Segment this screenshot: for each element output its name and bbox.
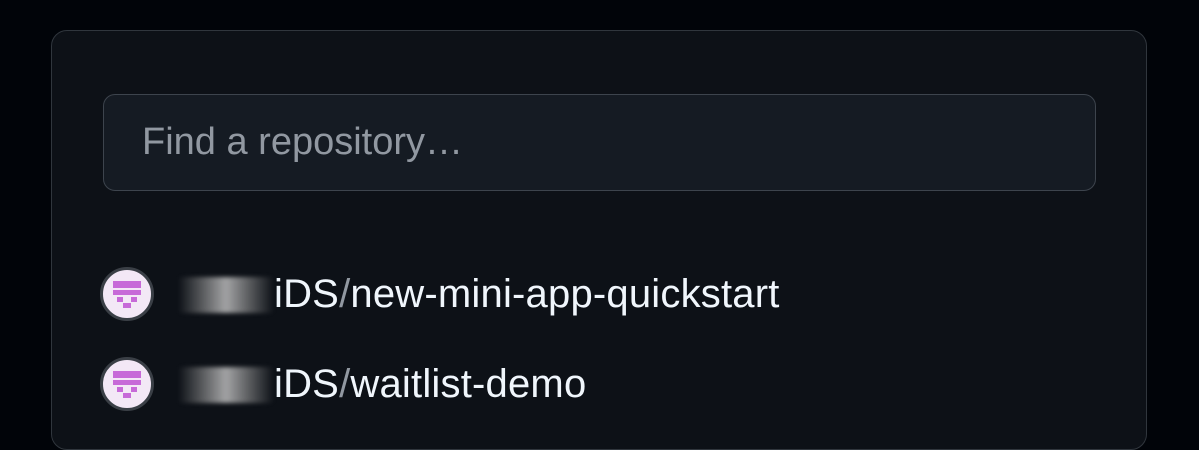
repository-item[interactable]: iDS/new-mini-app-quickstart [100, 249, 780, 339]
redacted-owner-prefix [178, 366, 274, 403]
repository-item[interactable]: iDS/waitlist-demo [100, 339, 780, 429]
path-separator: / [339, 361, 351, 406]
repository-name: waitlist-demo [350, 361, 587, 406]
redacted-owner-prefix [178, 276, 274, 313]
repository-full-name: iDS/new-mini-app-quickstart [178, 272, 780, 317]
repository-full-name: iDS/waitlist-demo [178, 362, 586, 407]
repository-picker-panel: iDS/new-mini-app-quickstart iDS/waitlist… [51, 30, 1147, 450]
org-avatar-icon [100, 267, 154, 321]
owner-suffix: iDS [274, 271, 340, 316]
repository-list: iDS/new-mini-app-quickstart iDS/waitlist… [100, 249, 780, 429]
path-separator: / [339, 271, 351, 316]
repository-name: new-mini-app-quickstart [350, 271, 780, 316]
org-avatar-icon [100, 357, 154, 411]
find-repository-input[interactable] [103, 94, 1096, 191]
owner-suffix: iDS [274, 361, 340, 406]
